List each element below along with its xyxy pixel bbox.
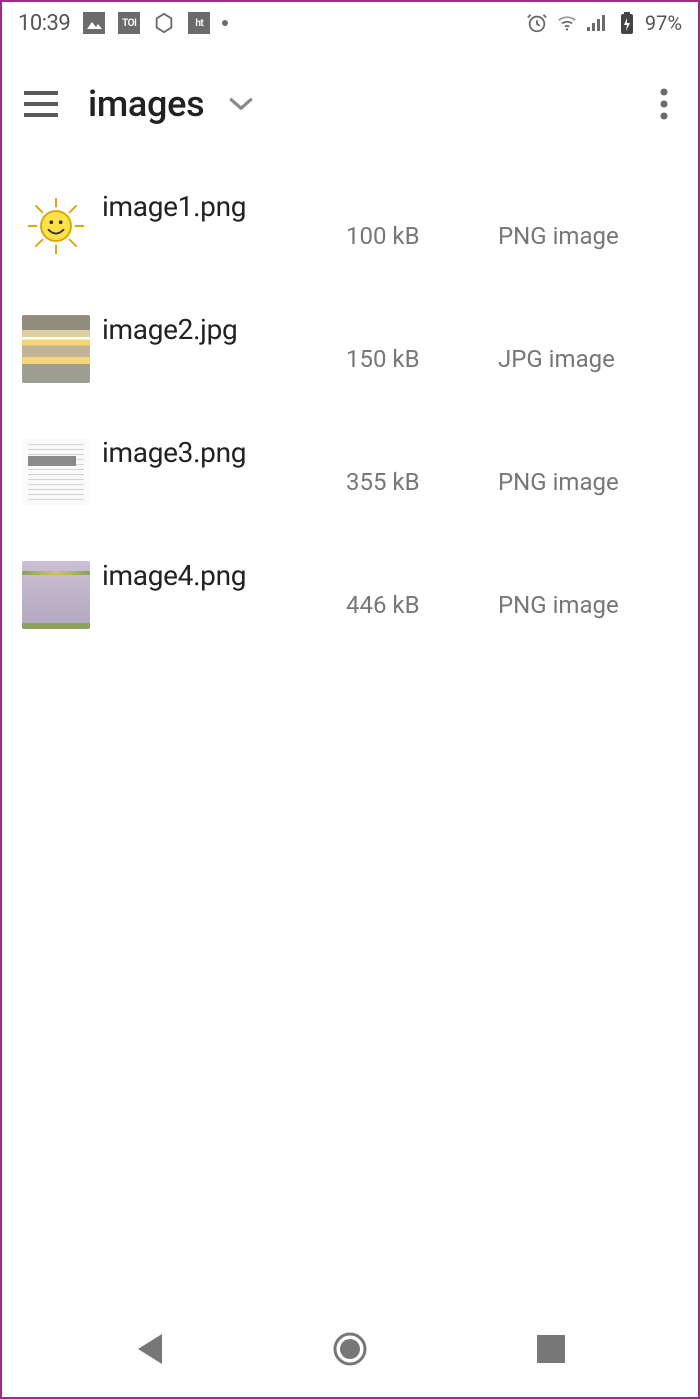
file-row[interactable]: image4.png 446 kB PNG image [22,533,678,656]
alarm-icon [525,11,549,35]
cell-signal-icon [585,11,609,35]
file-size: 150 kB [346,345,486,373]
chevron-down-icon [228,96,254,112]
file-thumbnail [22,315,90,383]
file-size: 355 kB [346,468,486,496]
back-button[interactable] [129,1329,169,1369]
folder-title-dropdown[interactable]: images [88,83,254,125]
file-name: image2.jpg [102,313,334,346]
more-notifications-icon [222,20,228,26]
home-button[interactable] [330,1329,370,1369]
s-app-icon [152,11,176,35]
navigation-bar [2,1317,698,1381]
file-name: image3.png [102,436,334,469]
file-size: 446 kB [346,591,486,619]
file-type: JPG image [498,345,678,373]
toi-app-icon: TOI [118,12,140,34]
ht-app-icon: ht [188,12,210,34]
file-type: PNG image [498,591,678,619]
file-list: image1.png 100 kB PNG image image2.jpg 1… [2,164,698,656]
recents-button[interactable] [531,1329,571,1369]
hamburger-menu-icon[interactable] [24,91,58,117]
file-name: image1.png [102,190,334,223]
file-row[interactable]: image1.png 100 kB PNG image [22,164,678,287]
file-type: PNG image [498,468,678,496]
battery-percentage: 97% [645,11,682,35]
file-thumbnail [22,192,90,260]
wifi-icon [555,11,579,35]
battery-icon [615,11,639,35]
clock: 10:39 [18,11,70,36]
file-type: PNG image [498,222,678,250]
app-bar: images [2,44,698,164]
more-options-icon[interactable] [652,80,676,128]
gallery-app-icon [82,11,106,35]
file-name: image4.png [102,559,334,592]
folder-title: images [88,83,204,125]
file-size: 100 kB [346,222,486,250]
file-row[interactable]: image2.jpg 150 kB JPG image [22,287,678,410]
status-bar: 10:39 TOI ht 97% [2,2,698,44]
file-thumbnail [22,561,90,629]
file-thumbnail [22,438,90,506]
file-row[interactable]: image3.png 355 kB PNG image [22,410,678,533]
